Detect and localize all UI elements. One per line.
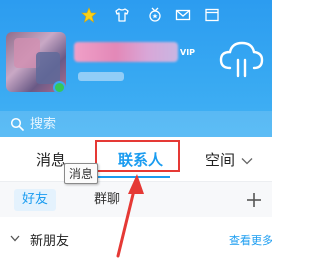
tab-messages[interactable]: 消息 bbox=[36, 149, 66, 170]
tab-space-label: 空间 bbox=[205, 151, 236, 169]
add-icon[interactable] bbox=[244, 190, 264, 210]
subtab-groups[interactable]: 群聊 bbox=[86, 189, 128, 211]
subtab-friends[interactable]: 好友 bbox=[14, 189, 57, 211]
star-icon[interactable] bbox=[80, 6, 98, 24]
search-icon bbox=[10, 117, 24, 131]
nickname-blurred[interactable] bbox=[74, 42, 178, 62]
contact-group-new-friends[interactable]: 新朋友 查看更多 bbox=[0, 218, 272, 258]
signature-blurred[interactable] bbox=[78, 72, 124, 81]
medal-icon[interactable] bbox=[146, 6, 164, 24]
mail-icon[interactable] bbox=[174, 6, 192, 24]
chevron-down-icon bbox=[10, 235, 20, 242]
online-status-icon bbox=[53, 81, 66, 94]
search-input[interactable] bbox=[30, 114, 230, 134]
tab-space[interactable]: 空间 bbox=[205, 149, 253, 170]
tshirt-icon[interactable] bbox=[113, 6, 131, 24]
profile-header: VIP bbox=[0, 0, 272, 137]
cloud-download-icon[interactable] bbox=[218, 38, 264, 82]
search-bar[interactable] bbox=[0, 111, 272, 137]
contact-subtabs: 好友 群聊 bbox=[0, 181, 272, 217]
highlight-box bbox=[95, 140, 180, 172]
active-tab-indicator bbox=[97, 176, 170, 178]
chevron-down-icon bbox=[241, 157, 253, 164]
vip-badge: VIP bbox=[180, 48, 196, 57]
window-icon[interactable] bbox=[203, 6, 221, 24]
tooltip: 消息 bbox=[64, 163, 99, 184]
group-label: 新朋友 bbox=[30, 234, 70, 249]
view-more-link[interactable]: 查看更多 bbox=[229, 232, 272, 248]
